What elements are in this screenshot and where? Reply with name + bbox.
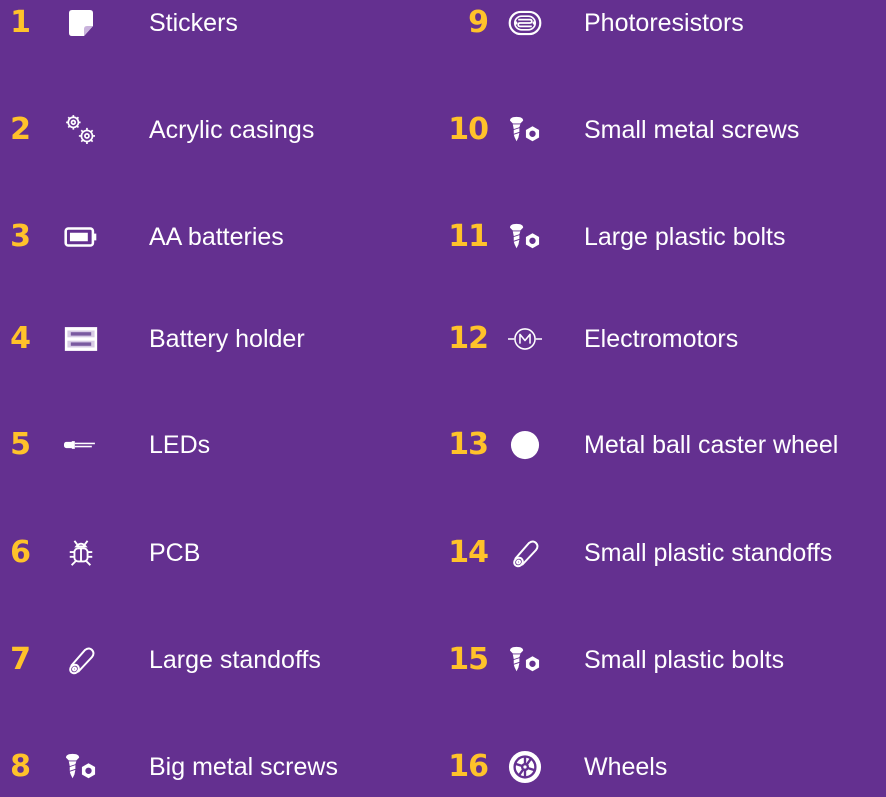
item-label: Metal ball caster wheel [584,431,839,459]
item-label: PCB [149,539,201,567]
item-number: 11 [448,219,489,254]
list-item: 16 Wheels [436,737,886,797]
list-item: 4 Battery holder [0,309,420,369]
list-item: 12 Electromotors [436,309,886,369]
item-number: 16 [448,749,489,784]
standoff-icon [508,536,542,570]
led-icon [64,428,98,462]
list-item: 8 Big metal screws [0,737,420,797]
list-item: 5 LEDs [0,415,420,475]
item-number: 1 [10,5,31,40]
item-number: 3 [10,219,31,254]
item-number: 14 [448,535,489,570]
item-number: 8 [10,749,31,784]
item-number: 13 [448,427,489,462]
battery-holder-icon [64,322,98,356]
list-item: 11 Large plastic bolts [436,207,886,267]
item-label: Big metal screws [149,753,338,781]
ball-icon [508,428,542,462]
list-item: 14 Small plastic standoffs [436,523,886,583]
item-label: Large plastic bolts [584,223,786,251]
item-number: 7 [10,642,31,677]
item-label: Battery holder [149,325,305,353]
list-item: 13 Metal ball caster wheel [436,415,886,475]
list-item: 15 Small plastic bolts [436,630,886,690]
item-label: Stickers [149,9,238,37]
item-number: 5 [10,427,31,462]
sticker-icon [64,6,98,40]
list-item: 10 Small metal screws [436,100,886,160]
motor-icon [508,322,542,356]
item-label: Acrylic casings [149,116,315,144]
list-item: 9 Photoresistors [436,0,886,53]
item-label: AA batteries [149,223,284,251]
item-label: Photoresistors [584,9,744,37]
battery-icon [64,220,98,254]
standoff-icon [64,643,98,677]
item-label: Small plastic standoffs [584,539,833,567]
list-item: 3 AA batteries [0,207,420,267]
bug-icon [64,536,98,570]
item-number: 4 [10,321,31,356]
list-item: 7 Large standoffs [0,630,420,690]
item-label: Wheels [584,753,668,781]
photoresistor-icon [508,6,542,40]
list-item: 2 Acrylic casings [0,100,420,160]
item-label: Electromotors [584,325,739,353]
list-item: 6 PCB [0,523,420,583]
item-number: 12 [448,321,489,356]
screw-nut-icon [508,643,542,677]
screw-nut-icon [508,220,542,254]
screw-nut-icon [508,113,542,147]
gears-icon [64,113,98,147]
item-label: Small plastic bolts [584,646,785,674]
wheel-icon [508,750,542,784]
list-item: 1 Stickers [0,0,420,53]
item-label: LEDs [149,431,211,459]
item-label: Large standoffs [149,646,321,674]
item-number: 2 [10,112,31,147]
item-label: Small metal screws [584,116,800,144]
item-number: 9 [468,5,489,40]
item-number: 15 [448,642,489,677]
item-number: 10 [448,112,489,147]
screw-nut-icon [64,750,98,784]
item-number: 6 [10,535,31,570]
